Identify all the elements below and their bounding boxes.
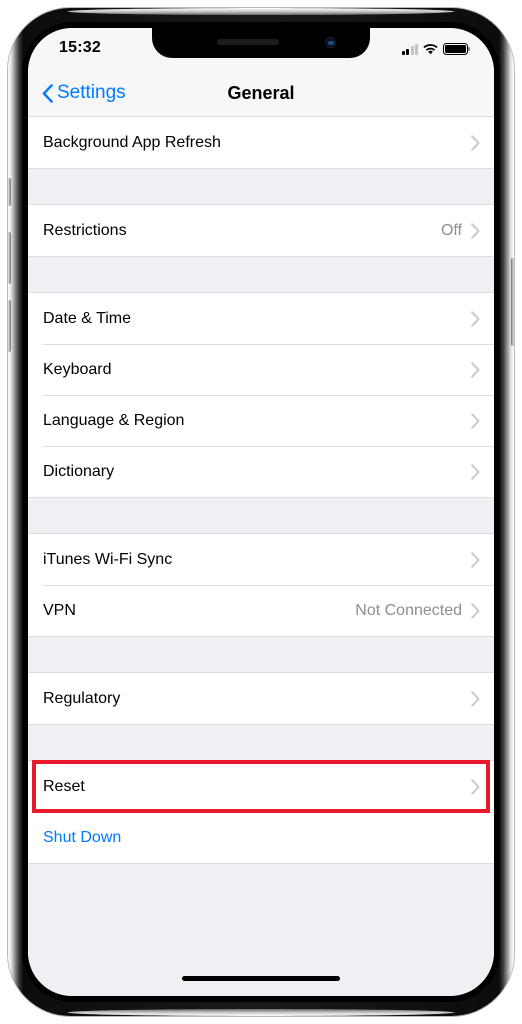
settings-row-label: Shut Down <box>43 828 122 846</box>
navigation-bar: Settings General <box>28 70 494 116</box>
settings-row[interactable]: VPN Not Connected <box>28 585 494 636</box>
frame-gloss-top <box>68 8 454 15</box>
settings-row[interactable]: Language & Region <box>28 395 494 446</box>
phone-frame: 15:32 Settings General Background App Re… <box>8 8 514 1016</box>
settings-row[interactable]: Regulatory <box>28 673 494 724</box>
battery-fill <box>445 45 466 53</box>
settings-row[interactable]: Dictionary <box>28 446 494 497</box>
settings-row-label: Regulatory <box>43 689 121 707</box>
phone-screen: 15:32 Settings General Background App Re… <box>28 28 494 996</box>
earpiece-speaker-icon <box>217 39 279 45</box>
wifi-icon <box>423 44 438 55</box>
settings-row-label: Language & Region <box>43 411 185 429</box>
settings-row-label: Background App Refresh <box>43 133 221 151</box>
settings-row[interactable]: Background App Refresh <box>28 117 494 168</box>
volume-down-button[interactable] <box>8 300 11 352</box>
status-time: 15:32 <box>59 39 101 56</box>
front-camera-icon <box>325 37 336 48</box>
mute-switch[interactable] <box>8 178 11 206</box>
settings-row[interactable]: Date & Time <box>28 293 494 344</box>
settings-group: Background App Refresh <box>28 116 494 169</box>
settings-group: Regulatory <box>28 672 494 725</box>
status-indicators <box>401 41 471 55</box>
settings-row[interactable]: Shut Down <box>28 812 494 863</box>
settings-row-label: iTunes Wi-Fi Sync <box>43 550 173 568</box>
settings-row-label: Dictionary <box>43 462 115 480</box>
chevron-right-icon <box>471 310 480 327</box>
volume-up-button[interactable] <box>8 232 11 284</box>
home-indicator[interactable] <box>182 976 340 981</box>
phone-bezel: 15:32 Settings General Background App Re… <box>22 22 500 1002</box>
group-spacer <box>28 498 494 533</box>
battery-icon <box>443 43 471 55</box>
settings-row-label: VPN <box>43 601 76 619</box>
settings-group: Reset Shut Down <box>28 760 494 864</box>
settings-row[interactable]: Reset <box>28 761 494 812</box>
settings-group: Restrictions Off <box>28 204 494 257</box>
settings-row-label: Restrictions <box>43 221 127 239</box>
cellular-signal-icon <box>401 44 418 55</box>
chevron-right-icon <box>471 551 480 568</box>
chevron-right-icon <box>471 134 480 151</box>
chevron-right-icon <box>471 778 480 795</box>
power-button[interactable] <box>511 258 514 346</box>
settings-list[interactable]: Background App Refresh Restrictions Off Dat… <box>28 116 494 996</box>
chevron-right-icon <box>471 361 480 378</box>
group-spacer <box>28 637 494 672</box>
settings-row-label: Reset <box>43 777 85 795</box>
settings-row-value: Off <box>440 221 462 239</box>
settings-row-label: Date & Time <box>43 309 132 327</box>
settings-group: Date & Time Keyboard Language & Region Dict… <box>28 292 494 498</box>
settings-group: iTunes Wi-Fi Sync VPN Not Connected <box>28 533 494 637</box>
chevron-right-icon <box>471 602 480 619</box>
settings-row-value: Not Connected <box>355 601 462 619</box>
group-spacer <box>28 725 494 760</box>
group-spacer <box>28 169 494 204</box>
notch <box>152 28 370 58</box>
chevron-right-icon <box>471 690 480 707</box>
settings-row[interactable]: Keyboard <box>28 344 494 395</box>
frame-gloss-bottom <box>68 1009 454 1016</box>
chevron-right-icon <box>471 412 480 429</box>
settings-row[interactable]: iTunes Wi-Fi Sync <box>28 534 494 585</box>
chevron-right-icon <box>471 222 480 239</box>
chevron-right-icon <box>471 463 480 480</box>
settings-row[interactable]: Restrictions Off <box>28 205 494 256</box>
page-title: General <box>227 83 295 103</box>
settings-row-label: Keyboard <box>43 360 112 378</box>
group-spacer <box>28 257 494 292</box>
